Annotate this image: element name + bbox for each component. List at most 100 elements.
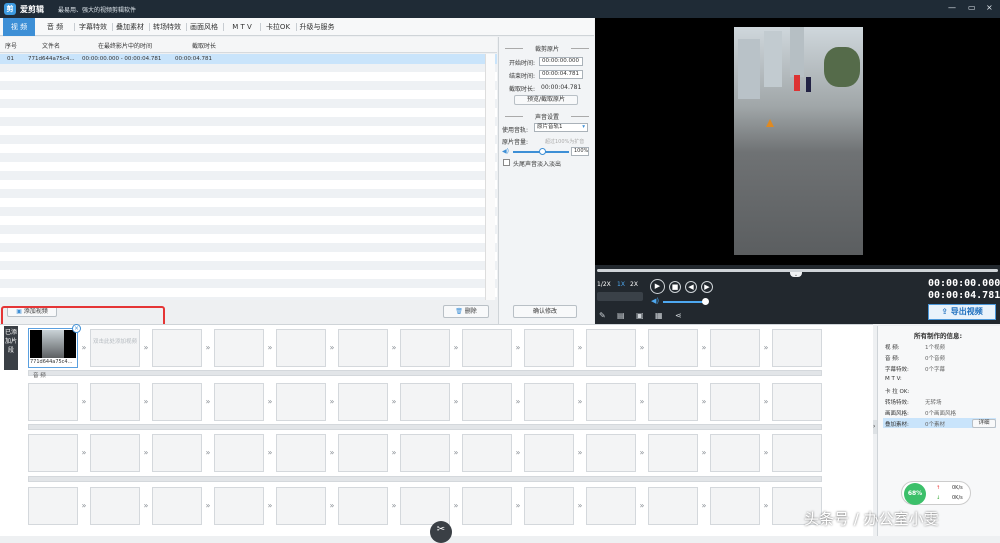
speed-half[interactable]: 1/2X	[597, 281, 611, 288]
timeline-slot[interactable]	[648, 487, 698, 525]
timeline-slot[interactable]	[524, 383, 574, 421]
volume-icon[interactable]: ◀)	[651, 297, 659, 305]
timeline-slot[interactable]	[152, 487, 202, 525]
close-icon[interactable]: ×	[72, 324, 81, 333]
timeline-slot[interactable]	[338, 383, 388, 421]
volume-value[interactable]: 100%	[571, 147, 589, 156]
table-row[interactable]: 01 771d644a75c4... 00:00:00.000 - 00:00:…	[0, 54, 497, 64]
timeline-slot[interactable]	[462, 383, 512, 421]
volume-slider-handle[interactable]	[539, 148, 546, 155]
timeline-slot[interactable]	[524, 329, 574, 367]
player-volume-handle[interactable]	[702, 298, 709, 305]
file-list-scrollbar[interactable]	[485, 54, 495, 300]
timeline-slot[interactable]	[214, 487, 264, 525]
close-button[interactable]: ×	[986, 3, 993, 12]
tab-upgrade[interactable]: 升级与服务	[297, 18, 337, 36]
tab-mtv[interactable]: M T V	[225, 18, 259, 36]
timeline-slot[interactable]	[338, 329, 388, 367]
timeline-slot[interactable]	[276, 487, 326, 525]
timeline-slot[interactable]	[152, 434, 202, 472]
timeline-slot[interactable]	[28, 383, 78, 421]
play-icon[interactable]: ▶	[650, 279, 665, 294]
preview-clip-button[interactable]: 预览/截取原片	[514, 95, 578, 105]
timeline-slot[interactable]	[400, 329, 450, 367]
timeline-slot[interactable]	[214, 383, 264, 421]
restore-button[interactable]: ▭	[968, 3, 976, 12]
timeline-slot[interactable]	[648, 434, 698, 472]
timeline-slot[interactable]	[462, 487, 512, 525]
tab-style[interactable]: 画面风格	[187, 18, 221, 36]
delete-button[interactable]: 🗑 删除	[443, 305, 489, 318]
share-icon[interactable]: ⋖	[675, 311, 682, 320]
timeline-slot[interactable]	[524, 487, 574, 525]
next-frame-icon[interactable]: ▶	[701, 281, 713, 293]
timeline-slot[interactable]	[586, 383, 636, 421]
tab-overlay[interactable]: 叠加素材	[113, 18, 147, 36]
tab-karaoke[interactable]: 卡拉OK	[261, 18, 295, 36]
timeline-slot[interactable]	[586, 329, 636, 367]
timeline-slot[interactable]	[338, 434, 388, 472]
speed-2x[interactable]: 2X	[630, 281, 638, 288]
timeline-slot[interactable]	[524, 434, 574, 472]
prev-frame-icon[interactable]: ◀	[685, 281, 697, 293]
timeline-slot[interactable]	[400, 383, 450, 421]
timeline-slot[interactable]	[28, 434, 78, 472]
network-widget[interactable]: 68% ↑ 0K/s ↓ 0K/s	[901, 481, 971, 505]
audio-track-label: 音 频	[33, 373, 46, 379]
edit-icon[interactable]: ✎	[599, 311, 606, 320]
minimize-button[interactable]: —	[948, 3, 956, 12]
export-frame-icon[interactable]: ▦	[655, 311, 663, 320]
tab-video[interactable]: 视 频	[3, 18, 35, 36]
stop-icon[interactable]: ■	[669, 281, 681, 293]
timeline-slot[interactable]	[710, 487, 760, 525]
timeline-slot[interactable]	[152, 329, 202, 367]
timeline-slot[interactable]	[772, 383, 822, 421]
add-video-placeholder[interactable]: 双击此处添加视频	[92, 338, 138, 346]
fade-checkbox[interactable]	[503, 159, 510, 166]
tab-subtitle[interactable]: 字幕特效	[76, 18, 110, 36]
timeline-slot[interactable]	[214, 434, 264, 472]
chevron-down-icon[interactable]: ⌄	[790, 272, 802, 278]
timeline-slot[interactable]	[710, 434, 760, 472]
export-video-button[interactable]: ⇪ 导出视频	[928, 304, 996, 320]
player-volume-slider[interactable]	[663, 301, 705, 303]
clip-thumbnail[interactable]: 771d644a75c4... ×	[28, 324, 81, 368]
timeline-slot[interactable]	[710, 383, 760, 421]
timeline-slot[interactable]	[276, 434, 326, 472]
timeline-slot[interactable]	[710, 329, 760, 367]
speed-1x[interactable]: 1X	[617, 281, 625, 288]
tab-audio[interactable]: 音 频	[38, 18, 72, 36]
tab-transition[interactable]: 转场特效	[150, 18, 184, 36]
speed-slider[interactable]	[597, 292, 643, 301]
timeline-slot[interactable]	[400, 434, 450, 472]
folder-icon[interactable]: ▤	[617, 311, 625, 320]
end-time-input[interactable]: 00:00:04.781	[539, 70, 583, 79]
scissors-icon[interactable]: ✂	[430, 521, 452, 543]
timeline-slot[interactable]	[214, 329, 264, 367]
timeline-slot[interactable]	[276, 383, 326, 421]
detail-button[interactable]: 详细	[972, 419, 996, 428]
timeline-slot[interactable]	[152, 383, 202, 421]
timeline-slot[interactable]	[276, 329, 326, 367]
timeline-slot[interactable]	[586, 434, 636, 472]
timeline-slot[interactable]	[648, 383, 698, 421]
timeline-slot[interactable]	[586, 487, 636, 525]
timeline-slot[interactable]	[28, 487, 78, 525]
confirm-button[interactable]: 确认修改	[513, 305, 577, 318]
timeline-slot[interactable]	[400, 487, 450, 525]
timeline-slot[interactable]	[338, 487, 388, 525]
timeline-slot[interactable]	[462, 329, 512, 367]
timeline-slot[interactable]	[772, 329, 822, 367]
timeline-slot[interactable]	[462, 434, 512, 472]
timeline-slot[interactable]	[90, 487, 140, 525]
track-select[interactable]: 原片音轨1 ▾	[534, 123, 588, 132]
start-time-input[interactable]: 00:00:00.000	[539, 57, 583, 66]
speaker-icon[interactable]: ◀)	[502, 148, 509, 155]
save-icon[interactable]: ▣	[636, 311, 644, 320]
timeline-slot[interactable]	[648, 329, 698, 367]
timeline-slot[interactable]	[90, 383, 140, 421]
empty-clip-slot[interactable]	[90, 329, 140, 367]
timeline-slot[interactable]	[772, 434, 822, 472]
info-value: 无转场	[925, 400, 942, 406]
timeline-slot[interactable]	[90, 434, 140, 472]
